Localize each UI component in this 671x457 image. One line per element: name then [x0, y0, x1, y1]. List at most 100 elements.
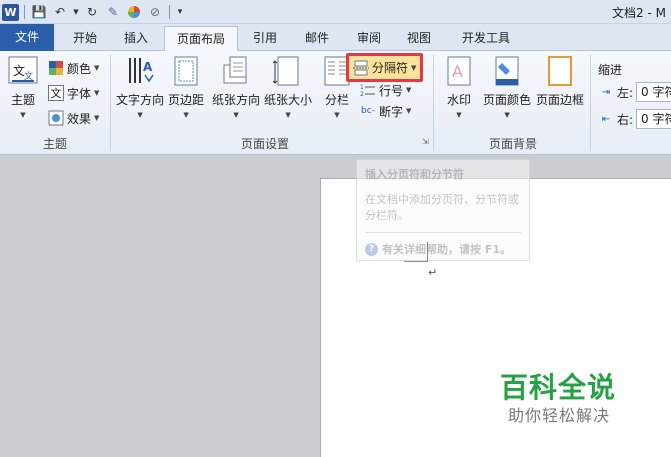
- group-divider: [433, 55, 434, 151]
- watermark-button[interactable]: A 水印 ▼: [444, 55, 474, 119]
- margins-button[interactable]: 页边距 ▼: [168, 55, 204, 119]
- indent-left-label: 左:: [617, 85, 634, 100]
- tab-mailings[interactable]: 邮件: [294, 26, 340, 51]
- line-numbers-button[interactable]: 12 行号 ▼: [360, 80, 411, 100]
- svg-text:1: 1: [360, 84, 364, 91]
- page-color-label: 页面颜色: [483, 93, 532, 107]
- chevron-down-icon: ▼: [406, 86, 412, 94]
- tab-references[interactable]: 引用: [242, 26, 288, 51]
- paragraph-mark: ↵: [428, 266, 438, 279]
- customize-icon[interactable]: ▾: [175, 3, 185, 21]
- orientation-button[interactable]: 纸张方向 ▼: [212, 55, 260, 119]
- title-bar: W 💾 ↶ ▼ ↻ ✎ ⊘ ▾ 文档2 - M: [0, 0, 671, 24]
- text-direction-label: 文字方向: [116, 93, 165, 107]
- chevron-down-icon: ▼: [456, 111, 462, 119]
- page-color-button[interactable]: 页面颜色 ▼: [483, 55, 531, 119]
- chevron-down-icon: ▼: [137, 111, 143, 119]
- page-borders-label: 页面边框: [536, 93, 585, 107]
- text-direction-button[interactable]: A 文字方向 ▼: [116, 55, 164, 119]
- hyphenation-label: 断字: [379, 104, 404, 119]
- page-color-icon: [492, 55, 522, 87]
- effects-icon: [48, 110, 64, 126]
- effects-label: 效果: [67, 111, 92, 126]
- divider: [169, 5, 170, 19]
- chevron-down-icon: ▼: [285, 111, 291, 119]
- watermark-icon: A: [444, 55, 474, 87]
- breaks-button[interactable]: 分隔符 ▼: [346, 53, 424, 82]
- indent-left-field[interactable]: 0 字符: [636, 82, 671, 102]
- hyphenation-icon: bc-: [361, 106, 375, 116]
- columns-label: 分栏: [324, 93, 349, 107]
- chevron-down-icon: ▼: [504, 111, 510, 119]
- size-label: 纸张大小: [264, 93, 313, 107]
- themes-group-label: 主题: [42, 137, 67, 151]
- help-icon: ?: [365, 242, 378, 256]
- chevron-down-icon: ▼: [334, 111, 340, 119]
- indent-left-row: ⇥ 左:: [598, 82, 633, 102]
- tab-page-layout[interactable]: 页面布局: [164, 26, 238, 52]
- clear-icon[interactable]: ⊘: [146, 3, 164, 21]
- indent-right-row: ⇤ 右:: [598, 109, 633, 129]
- theme-fonts-button[interactable]: 文 字体 ▼: [48, 83, 99, 103]
- ribbon-tabs: 文件 开始 插入 页面布局 引用 邮件 审阅 视图 开发工具: [0, 24, 671, 52]
- margins-label: 页边距: [168, 93, 205, 107]
- tooltip-title: 插入分页符和分节符: [365, 168, 464, 181]
- undo-icon[interactable]: ↶: [51, 3, 69, 21]
- colors-icon: [48, 60, 64, 76]
- svg-text:A: A: [143, 60, 153, 74]
- format-painter-icon[interactable]: ✎: [104, 3, 122, 21]
- save-icon[interactable]: 💾: [30, 3, 48, 21]
- chevron-down-icon: ▼: [94, 89, 100, 97]
- tab-insert[interactable]: 插入: [113, 26, 159, 51]
- page-setup-group-label: 页面设置: [240, 137, 289, 151]
- window-title: 文档2 - M: [612, 6, 666, 20]
- quick-access-toolbar: W 💾 ↶ ▼ ↻ ✎ ⊘ ▾: [2, 2, 185, 22]
- chevron-down-icon: ▼: [233, 111, 239, 119]
- themes-button[interactable]: 文文 主题 ▼: [8, 55, 38, 119]
- tab-home[interactable]: 开始: [60, 26, 110, 51]
- tab-developer[interactable]: 开发工具: [450, 26, 522, 51]
- page-size-icon: [273, 55, 303, 87]
- colors-label: 颜色: [67, 61, 92, 76]
- breaks-tooltip: 插入分页符和分节符 在文档中添加分页符、分节符或分栏符。 ? 有关详细帮助，请按…: [356, 159, 530, 261]
- size-button[interactable]: 纸张大小 ▼: [264, 55, 312, 119]
- page-background-group-label: 页面背景: [488, 137, 537, 151]
- tab-file[interactable]: 文件: [0, 24, 54, 51]
- ribbon-body: 文文 主题 ▼ 颜色 ▼ 文 字体 ▼ 效果 ▼ 主题 A 文字方向 ▼ 页边距…: [0, 51, 671, 155]
- chevron-down-icon: ▼: [94, 114, 100, 122]
- tooltip-help-text: 有关详细帮助，请按 F1。: [382, 243, 511, 256]
- themes-label: 主题: [10, 93, 35, 107]
- tab-review[interactable]: 审阅: [346, 26, 392, 51]
- themes-icon: 文文: [8, 55, 38, 87]
- orientation-icon: [221, 55, 251, 87]
- chevron-down-icon: ▼: [20, 111, 26, 119]
- word-icon[interactable]: W: [2, 3, 19, 21]
- svg-text:2: 2: [360, 91, 364, 98]
- page-borders-button[interactable]: 页面边框: [536, 55, 584, 108]
- redo-icon[interactable]: ↻: [83, 3, 101, 21]
- theme-effects-button[interactable]: 效果 ▼: [48, 108, 99, 128]
- indent-right-icon: ⇤: [601, 113, 611, 125]
- indent-right-field[interactable]: 0 字符: [636, 109, 671, 129]
- color-icon[interactable]: [125, 3, 143, 21]
- fonts-label: 字体: [67, 86, 92, 101]
- hyphenation-button[interactable]: bc- 断字 ▼: [360, 101, 411, 121]
- margins-icon: [171, 55, 201, 87]
- breaks-icon: [353, 60, 369, 76]
- page-corner-mark: [404, 242, 428, 262]
- divider: [365, 232, 521, 233]
- indent-heading: 缩进: [598, 62, 623, 77]
- group-divider: [590, 55, 591, 151]
- undo-dropdown-icon[interactable]: ▼: [72, 3, 80, 21]
- breaks-label: 分隔符: [372, 61, 409, 75]
- chevron-down-icon: ▼: [183, 111, 189, 119]
- tab-view[interactable]: 视图: [396, 26, 442, 51]
- theme-colors-button[interactable]: 颜色 ▼: [48, 58, 99, 78]
- tooltip-help: ? 有关详细帮助，请按 F1。: [365, 241, 521, 257]
- svg-text:A: A: [452, 62, 463, 81]
- tooltip-body: 在文档中添加分页符、分节符或分栏符。: [365, 193, 519, 222]
- page-borders-icon: [545, 55, 575, 87]
- divider: [24, 5, 25, 19]
- line-numbers-icon: 12: [360, 82, 376, 98]
- dialog-launcher-icon[interactable]: ⇲: [422, 137, 429, 146]
